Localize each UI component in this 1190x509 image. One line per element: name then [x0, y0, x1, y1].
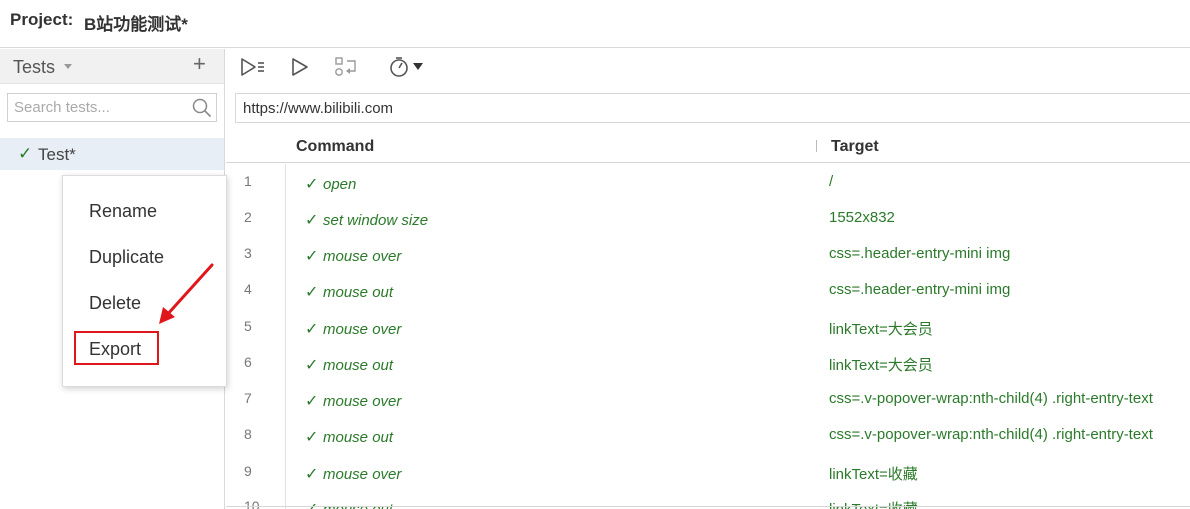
row-command: mouse over: [323, 248, 402, 265]
check-icon: ✓: [305, 393, 319, 410]
table-row[interactable]: 8 ✓ mouse out css=.v-popover-wrap:nth-ch…: [226, 426, 1190, 462]
row-command: mouse out: [323, 501, 393, 509]
check-icon: ✓: [305, 466, 319, 483]
row-number: 6: [244, 354, 252, 370]
annotation-arrow-icon: [159, 263, 214, 324]
check-icon: ✓: [305, 357, 319, 374]
table-row[interactable]: 9 ✓ mouse over linkText=收藏: [226, 463, 1190, 499]
search-icon[interactable]: [192, 98, 212, 118]
project-header: Project: B站功能测试*: [0, 0, 1190, 48]
check-icon: ✓: [305, 284, 319, 301]
test-list-item[interactable]: ✓ Test*: [0, 138, 224, 170]
table-bottom-border: [226, 506, 1190, 507]
project-label: Project:: [10, 10, 74, 29]
row-target: linkText=大会员: [829, 357, 933, 374]
check-icon: ✓: [305, 499, 318, 509]
project-name[interactable]: B站功能测试*: [84, 10, 188, 35]
row-number: 2: [244, 209, 252, 225]
table-row[interactable]: 5 ✓ mouse over linkText=大会员: [226, 318, 1190, 354]
row-target: linkText=大会员: [829, 321, 933, 338]
check-icon: ✓: [305, 321, 319, 338]
run-current-test-icon[interactable]: [290, 55, 310, 79]
table-row[interactable]: 1 ✓ open /: [226, 173, 1190, 209]
table-row[interactable]: 7 ✓ mouse over css=.v-popover-wrap:nth-c…: [226, 390, 1190, 426]
search-tests-box: [7, 93, 217, 122]
caret-down-icon[interactable]: [64, 64, 72, 69]
base-url-value: https://www.bilibili.com: [243, 100, 394, 117]
check-icon: ✓: [305, 212, 319, 229]
row-number: 5: [244, 318, 252, 334]
table-row[interactable]: 3 ✓ mouse over css=.header-entry-mini im…: [226, 245, 1190, 281]
playback-speed-icon[interactable]: [388, 55, 428, 79]
row-command: set window size: [323, 212, 429, 229]
table-row[interactable]: 10 ✓ mouse out linkText=收藏: [226, 498, 1190, 509]
row-command: mouse out: [323, 284, 394, 301]
step-over-icon[interactable]: [334, 55, 360, 79]
row-target: linkText=收藏: [829, 498, 918, 509]
row-number: 10: [244, 498, 260, 509]
base-url-field[interactable]: https://www.bilibili.com: [235, 93, 1190, 123]
table-row[interactable]: 2 ✓ set window size 1552x832: [226, 209, 1190, 245]
row-target: linkText=收藏: [829, 466, 918, 483]
search-tests-input[interactable]: [8, 94, 188, 121]
row-target: 1552x832: [829, 209, 895, 226]
app-window: Project: B站功能测试* Tests + ✓ Test* Rename …: [0, 0, 1190, 509]
row-number: 7: [244, 390, 252, 406]
row-number: 8: [244, 426, 252, 442]
row-number: 4: [244, 281, 252, 297]
sidebar-header: Tests +: [0, 49, 224, 84]
row-target: css=.header-entry-mini img: [829, 245, 1011, 262]
tests-dropdown-label[interactable]: Tests: [13, 57, 55, 78]
column-divider[interactable]: [816, 140, 817, 152]
row-number: 9: [244, 463, 252, 479]
menu-item-rename[interactable]: Rename: [89, 201, 157, 222]
row-number: 3: [244, 245, 252, 261]
menu-item-export[interactable]: Export: [89, 339, 141, 360]
row-target: css=.v-popover-wrap:nth-child(4) .right-…: [829, 390, 1153, 407]
check-icon: ✓: [305, 248, 319, 265]
test-name[interactable]: Test*: [38, 145, 76, 165]
column-header-command: Command: [296, 138, 375, 155]
commands-table-header: Command Target: [226, 130, 1190, 163]
column-header-target: Target: [831, 138, 879, 155]
row-target: css=.header-entry-mini img: [829, 281, 1011, 298]
check-icon: ✓: [305, 429, 319, 446]
add-test-icon[interactable]: +: [193, 53, 206, 75]
menu-item-delete[interactable]: Delete: [89, 293, 141, 314]
row-command: mouse over: [323, 393, 402, 410]
test-status-check-icon: ✓: [18, 144, 33, 163]
table-row[interactable]: 6 ✓ mouse out linkText=大会员: [226, 354, 1190, 390]
row-command: mouse out: [323, 429, 394, 446]
row-target: /: [829, 173, 834, 190]
row-command: mouse over: [323, 321, 402, 338]
check-icon: ✓: [305, 176, 319, 193]
row-target: css=.v-popover-wrap:nth-child(4) .right-…: [829, 426, 1153, 443]
run-all-tests-icon[interactable]: [240, 55, 266, 79]
row-number: 1: [244, 173, 252, 189]
row-command: mouse out: [323, 357, 394, 374]
row-command: mouse over: [323, 466, 402, 483]
row-command: open: [323, 176, 357, 193]
table-row[interactable]: 4 ✓ mouse out css=.header-entry-mini img: [226, 281, 1190, 317]
playback-toolbar: [226, 49, 1190, 85]
